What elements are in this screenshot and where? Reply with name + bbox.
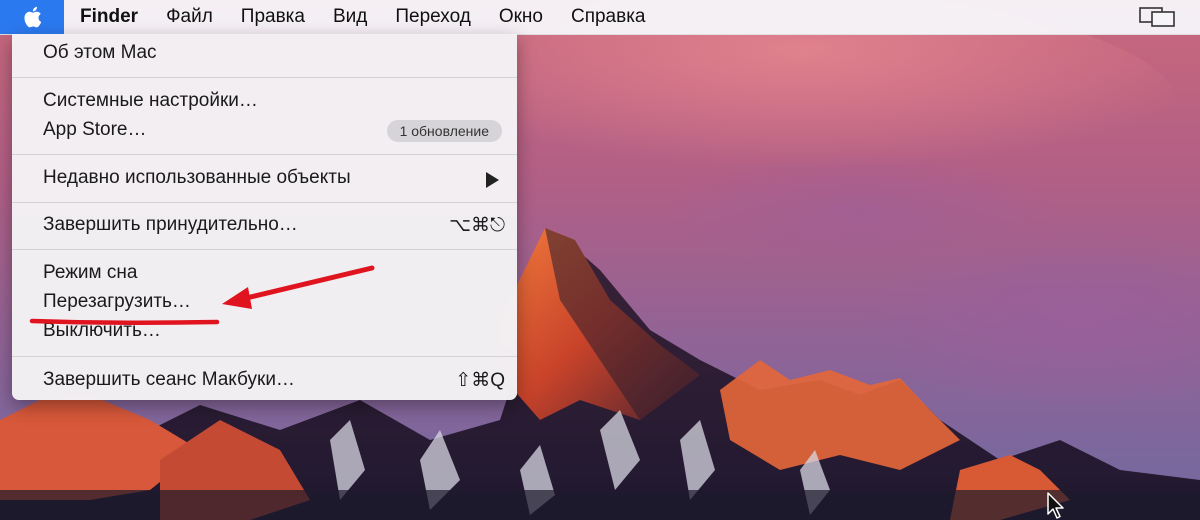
menu-item-app-store[interactable]: App Store… 1 обновление	[12, 116, 517, 146]
update-count-badge: 1 обновление	[386, 120, 502, 142]
menu-item-label: Системные настройки…	[43, 90, 258, 111]
apple-menu-button[interactable]	[0, 0, 64, 34]
menu-item-label: Режим сна	[43, 262, 138, 283]
submenu-arrow-icon	[486, 172, 499, 188]
menu-view[interactable]: Вид	[319, 0, 381, 34]
menu-bar: Finder Файл Правка Вид Переход Окно Спра…	[0, 0, 1200, 35]
menu-separator	[12, 202, 517, 203]
menu-separator	[12, 249, 517, 250]
menu-item-sleep[interactable]: Режим сна	[12, 259, 517, 289]
keyboard-shortcut: ⌥⌘⎋	[449, 215, 505, 236]
menu-item-label: Об этом Mac	[43, 42, 157, 63]
apple-menu-dropdown: Об этом Mac Системные настройки… App Sto…	[12, 34, 517, 400]
menu-window[interactable]: Окно	[485, 0, 557, 34]
menu-go[interactable]: Переход	[381, 0, 484, 34]
menu-item-system-preferences[interactable]: Системные настройки…	[12, 87, 517, 117]
menu-item-label: Завершить сеанс Макбуки…	[43, 369, 295, 390]
menu-file[interactable]: Файл	[152, 0, 227, 34]
menu-item-about-mac[interactable]: Об этом Mac	[12, 39, 517, 69]
menu-help[interactable]: Справка	[557, 0, 660, 34]
menu-item-label: App Store…	[43, 119, 147, 140]
menu-item-log-out[interactable]: Завершить сеанс Макбуки… ⇧⌘Q	[12, 366, 517, 396]
menu-item-recent-items[interactable]: Недавно использованные объекты	[12, 164, 517, 194]
apple-logo-icon	[24, 6, 42, 28]
menu-edit[interactable]: Правка	[227, 0, 319, 34]
menu-item-label: Недавно использованные объекты	[43, 167, 351, 188]
mouse-pointer-icon	[1047, 492, 1064, 519]
menu-separator	[12, 154, 517, 155]
menu-separator	[12, 356, 517, 357]
menu-item-shut-down[interactable]: Выключить…	[12, 317, 517, 347]
menu-item-label: Выключить…	[43, 320, 161, 341]
menu-item-force-quit[interactable]: Завершить принудительно… ⌥⌘⎋	[12, 211, 517, 241]
display-mirroring-icon[interactable]	[1138, 6, 1178, 28]
menu-item-label: Перезагрузить…	[43, 291, 191, 312]
menu-item-restart[interactable]: Перезагрузить…	[12, 288, 517, 318]
menu-item-label: Завершить принудительно…	[43, 214, 298, 235]
keyboard-shortcut: ⇧⌘Q	[455, 370, 505, 391]
menu-app-finder[interactable]: Finder	[64, 0, 152, 34]
menu-separator	[12, 77, 517, 78]
